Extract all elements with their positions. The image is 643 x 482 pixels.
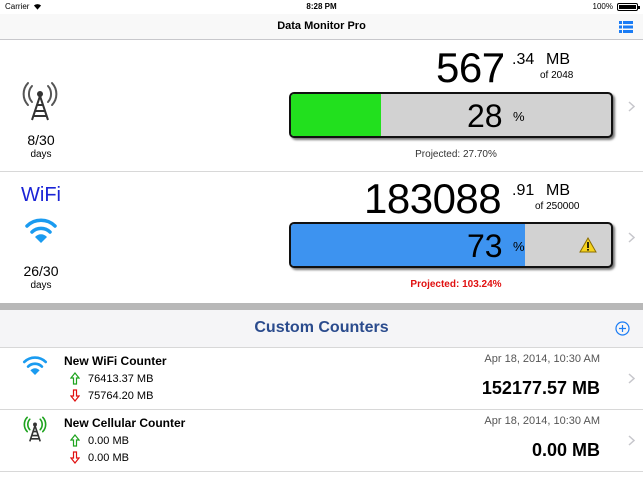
chevron-right-icon[interactable]: [628, 101, 635, 112]
counter-total: 0.00 MB: [531, 440, 600, 460]
section-divider: [0, 303, 643, 310]
wifi-projected: Projected: 103.24%: [410, 279, 502, 290]
counter-download: 75764.20 MB: [88, 390, 154, 402]
wifi-usage-row[interactable]: WiFi 26/30 days 183088 .91 MB of 250000 …: [0, 172, 643, 303]
wifi-icon: [25, 218, 57, 243]
page-title: Data Monitor Pro: [277, 20, 366, 32]
cellular-percent-sign: %: [513, 109, 525, 124]
counter-name: New Cellular Counter: [64, 416, 186, 430]
cellular-limit: of 2048: [540, 70, 574, 81]
counter-download: 0.00 MB: [88, 452, 129, 464]
cell-tower-icon: [23, 416, 47, 442]
wifi-percent-sign: %: [513, 239, 525, 254]
counter-name: New WiFi Counter: [64, 354, 167, 368]
upload-arrow-icon: [70, 434, 80, 447]
wifi-amount-decimal: .91: [512, 182, 535, 199]
counter-total: 152177.57 MB: [481, 378, 600, 398]
cellular-amount-decimal: .34: [512, 51, 535, 68]
wifi-usage-bar: 73 %: [289, 222, 613, 268]
cellular-usage-bar: 28 %: [289, 92, 613, 138]
clock: 8:28 PM: [306, 2, 337, 11]
cellular-days-label: days: [30, 149, 52, 160]
add-circle-icon[interactable]: [615, 321, 630, 336]
wifi-amount: 183088: [364, 175, 502, 222]
wifi-percent: 73: [467, 228, 503, 264]
warning-icon: [579, 237, 597, 253]
upload-arrow-icon: [70, 372, 80, 385]
cellular-unit: MB: [546, 51, 570, 68]
wifi-days-count: 26/30: [23, 263, 59, 279]
counter-upload: 0.00 MB: [88, 435, 129, 447]
counter-row-wifi[interactable]: New WiFi Counter 76413.37 MB 75764.20 MB…: [0, 348, 643, 410]
chevron-right-icon[interactable]: [628, 232, 635, 243]
cellular-days-count: 8/30: [27, 132, 55, 148]
download-arrow-icon: [70, 389, 80, 402]
wifi-icon: [22, 356, 48, 375]
chevron-right-icon[interactable]: [628, 373, 635, 384]
wifi-days-label: days: [30, 280, 52, 291]
cellular-usage-row[interactable]: 8/30 days 567 .34 MB of 2048 28 % Projec…: [0, 41, 643, 172]
wifi-limit: of 250000: [535, 201, 580, 212]
cellular-usage-fill: [291, 94, 381, 136]
counter-upload: 76413.37 MB: [88, 373, 154, 385]
download-arrow-icon: [70, 451, 80, 464]
list-icon[interactable]: [619, 21, 633, 33]
section-title: Custom Counters: [254, 319, 389, 336]
battery-percent: 100%: [592, 2, 613, 11]
cell-tower-icon: [22, 82, 58, 121]
chevron-right-icon[interactable]: [628, 435, 635, 446]
counter-date: Apr 18, 2014, 10:30 AM: [484, 415, 600, 427]
cellular-projected: Projected: 27.70%: [415, 149, 497, 160]
battery-icon: [617, 3, 640, 11]
status-bar: Carrier 8:28 PM 100%: [0, 0, 643, 14]
navigation-bar: Data Monitor Pro: [0, 14, 643, 40]
cellular-amount: 567: [436, 44, 505, 91]
cellular-percent: 28: [467, 98, 503, 134]
custom-counters-header: Custom Counters: [0, 310, 643, 348]
counter-row-cellular[interactable]: New Cellular Counter 0.00 MB 0.00 MB Apr…: [0, 410, 643, 472]
wifi-label: WiFi: [21, 184, 61, 206]
wifi-unit: MB: [546, 182, 570, 199]
counter-date: Apr 18, 2014, 10:30 AM: [484, 353, 600, 365]
